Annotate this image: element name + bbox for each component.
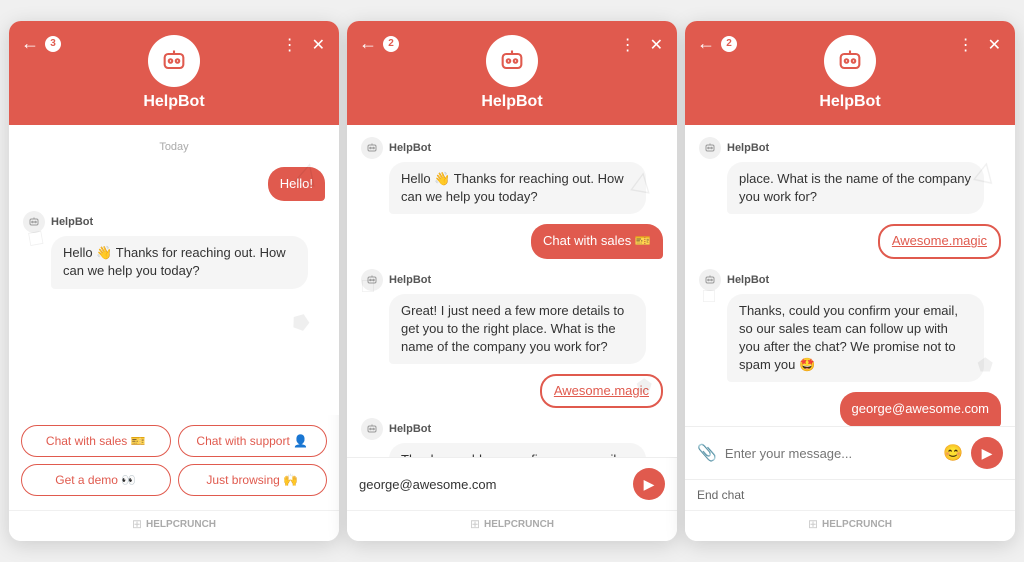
- bot-msg-header-3b: HelpBot: [699, 269, 769, 291]
- header-back-2: ← 2: [359, 33, 399, 54]
- badge-3: 2: [721, 36, 737, 52]
- date-divider: Today: [23, 141, 325, 153]
- panel-footer-3: ⊞ HELPCRUNCH: [685, 510, 1015, 541]
- user-bubble-email: george@awesome.com: [840, 392, 1001, 426]
- footer-logo-1: HELPCRUNCH: [146, 519, 216, 530]
- chat-input-2[interactable]: [359, 477, 625, 492]
- panel-header-2: ← 2 ⋮ ✕ HelpBot: [347, 21, 677, 125]
- chat-input-bar-3: 📎 😊 ▶: [685, 426, 1015, 479]
- emoji-icon[interactable]: 😊: [943, 443, 963, 463]
- more-button-3[interactable]: ⋮: [956, 33, 976, 57]
- chat-panel-2: ← 2 ⋮ ✕ HelpBot △ □ ⬟: [347, 21, 677, 541]
- bot-name-3: HelpBot: [819, 93, 880, 111]
- bot-avatar-1: [148, 35, 200, 87]
- chat-options-1: Chat with sales 🎫 Chat with support 👤 Ge…: [9, 415, 339, 510]
- bot-bubble-2b: Great! I just need a few more details to…: [389, 294, 646, 365]
- header-back-1: ← 3: [21, 33, 61, 54]
- end-chat-bar[interactable]: End chat: [685, 479, 1015, 510]
- bot-partial-msg-3: HelpBot place. What is the name of the c…: [699, 137, 1001, 214]
- bot-small-avatar-2b: [361, 269, 383, 291]
- back-button-3[interactable]: ←: [697, 33, 715, 54]
- bot-bubble-2a: Hello 👋 Thanks for reaching out. How can…: [389, 162, 646, 214]
- option-chat-support[interactable]: Chat with support 👤: [178, 425, 328, 457]
- bot-label-3a: HelpBot: [727, 142, 769, 154]
- bot-message-1: HelpBot Hello 👋 Thanks for reaching out.…: [23, 211, 325, 288]
- panel-footer-2: ⊞ HELPCRUNCH: [347, 510, 677, 541]
- bot-small-avatar-2a: [361, 137, 383, 159]
- option-just-browsing[interactable]: Just browsing 🙌: [178, 464, 328, 496]
- send-button-2[interactable]: ▶: [633, 468, 665, 500]
- footer-logo-2: HELPCRUNCH: [484, 519, 554, 530]
- bot-msg-header-1: HelpBot: [23, 211, 93, 233]
- bot-bubble-greeting: Hello 👋 Thanks for reaching out. How can…: [51, 236, 308, 288]
- bot-bubble-3b: Thanks, could you confirm your email, so…: [727, 294, 984, 383]
- chat-messages-3: △ □ ⬟ HelpBot: [685, 125, 1015, 426]
- header-actions-3: ⋮ ✕: [956, 33, 1003, 57]
- bot-avatar-2: [486, 35, 538, 87]
- header-actions-2: ⋮ ✕: [618, 33, 665, 57]
- bot-partial-msg-2: HelpBot Hello 👋 Thanks for reaching out.…: [361, 137, 663, 214]
- user-msg-email: george@awesome.com Delivered. Not seen.: [699, 392, 1001, 426]
- more-button-1[interactable]: ⋮: [280, 33, 300, 57]
- panel-footer-1: ⊞ HELPCRUNCH: [9, 510, 339, 541]
- bot-bubble-2c: Thanks, could you confirm your email, so…: [389, 443, 646, 457]
- bot-message-2b: HelpBot Great! I just need a few more de…: [361, 269, 663, 365]
- bot-msg-header-2a: HelpBot: [361, 137, 431, 159]
- bot-small-avatar-1: [23, 211, 45, 233]
- option-chat-sales[interactable]: Chat with sales 🎫: [21, 425, 171, 457]
- footer-logo-3: HELPCRUNCH: [822, 519, 892, 530]
- user-bubble-hello: Hello!: [268, 167, 325, 201]
- chat-messages-1: △ □ ⬟ Today Hello!: [9, 125, 339, 415]
- chat-messages-2: △ □ ⬟ HelpBot: [347, 125, 677, 457]
- chat-input-3[interactable]: [725, 446, 935, 461]
- bot-avatar-3: [824, 35, 876, 87]
- panel-body-3: △ □ ⬟ HelpBot: [685, 125, 1015, 426]
- chat-input-bar-2: ▶: [347, 457, 677, 510]
- badge-1: 3: [45, 36, 61, 52]
- bot-label-1: HelpBot: [51, 216, 93, 228]
- bot-name-2: HelpBot: [481, 93, 542, 111]
- option-get-demo[interactable]: Get a demo 👀: [21, 464, 171, 496]
- send-button-3[interactable]: ▶: [971, 437, 1003, 469]
- bot-msg-header-3a: HelpBot: [699, 137, 769, 159]
- end-chat-label: End chat: [697, 488, 744, 502]
- panel-body-2: △ □ ⬟ HelpBot: [347, 125, 677, 457]
- user-msg-awesome: Awesome.magic: [361, 374, 663, 408]
- panel-header-3: ← 2 ⋮ ✕ HelpBot: [685, 21, 1015, 125]
- bot-label-2c: HelpBot: [389, 423, 431, 435]
- chat-panel-1: ← 3 ⋮ ✕ HelpBot △ □ ⬟: [9, 21, 339, 541]
- user-bubble-sales: Chat with sales 🎫: [531, 224, 663, 258]
- attachment-icon[interactable]: 📎: [697, 443, 717, 463]
- chat-panel-3: ← 2 ⋮ ✕ HelpBot △ □ ⬟: [685, 21, 1015, 541]
- user-link-awesome[interactable]: Awesome.magic: [540, 374, 663, 408]
- panel-body-1: △ □ ⬟ Today Hello!: [9, 125, 339, 415]
- bot-message-3b: HelpBot Thanks, could you confirm your e…: [699, 269, 1001, 383]
- user-msg-awesome-3: Awesome.magic: [699, 224, 1001, 258]
- panels-container: ← 3 ⋮ ✕ HelpBot △ □ ⬟: [0, 1, 1024, 561]
- more-button-2[interactable]: ⋮: [618, 33, 638, 57]
- bot-msg-header-2b: HelpBot: [361, 269, 431, 291]
- bot-bubble-3a: place. What is the name of the company y…: [727, 162, 984, 214]
- bot-small-avatar-3a: [699, 137, 721, 159]
- panel-header-1: ← 3 ⋮ ✕ HelpBot: [9, 21, 339, 125]
- back-button-1[interactable]: ←: [21, 33, 39, 54]
- bot-label-2b: HelpBot: [389, 274, 431, 286]
- badge-2: 2: [383, 36, 399, 52]
- user-msg-sales: Chat with sales 🎫: [361, 224, 663, 258]
- back-button-2[interactable]: ←: [359, 33, 377, 54]
- header-actions-1: ⋮ ✕: [280, 33, 327, 57]
- bot-small-avatar-2c: [361, 418, 383, 440]
- close-button-2[interactable]: ✕: [648, 33, 665, 57]
- user-link-awesome-3[interactable]: Awesome.magic: [878, 224, 1001, 258]
- bot-small-avatar-3b: [699, 269, 721, 291]
- bot-label-2a: HelpBot: [389, 142, 431, 154]
- bot-msg-header-2c: HelpBot: [361, 418, 431, 440]
- close-button-1[interactable]: ✕: [310, 33, 327, 57]
- user-message-hello: Hello!: [23, 167, 325, 201]
- bot-name-1: HelpBot: [143, 93, 204, 111]
- bot-message-2c: HelpBot Thanks, could you confirm your e…: [361, 418, 663, 457]
- header-back-3: ← 2: [697, 33, 737, 54]
- bot-label-3b: HelpBot: [727, 274, 769, 286]
- close-button-3[interactable]: ✕: [986, 33, 1003, 57]
